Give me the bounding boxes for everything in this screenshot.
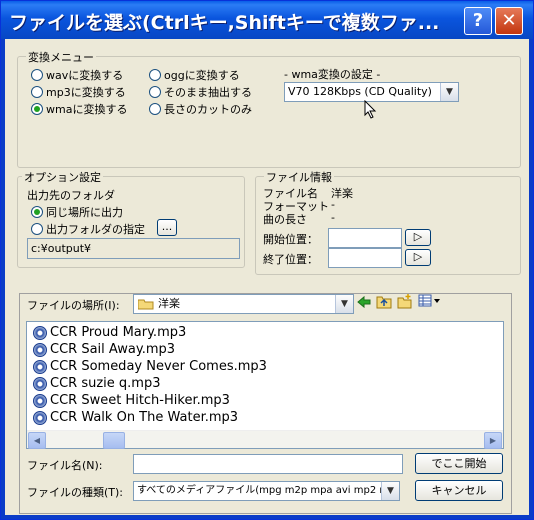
scroll-right-icon[interactable]: ▶ (484, 432, 502, 449)
radio-cut-only-label: 長さのカットのみ (164, 103, 252, 116)
mouse-cursor-icon (364, 100, 377, 119)
media-file-icon (33, 376, 47, 391)
list-item[interactable]: CCR Proud Mary.mp3 (33, 325, 186, 340)
radio-circle (149, 86, 161, 98)
location-label: ファイルの場所(I): (27, 299, 120, 312)
media-file-icon (33, 410, 47, 425)
radio-mp3-label: mp3に変換する (46, 86, 126, 99)
window-title: ファイルを選ぶ(Ctrlキー,Shiftキーで複数ファ... (9, 12, 440, 34)
list-item[interactable]: CCR suzie q.mp3 (33, 376, 160, 391)
filetype-select[interactable]: すべてのメディアファイル(mpg m2p mpa avi mp2 mp ▼ (133, 481, 400, 501)
radio-ogg-label: oggに変換する (164, 69, 240, 82)
wma-settings-label: - wma変換の設定 - (284, 68, 381, 81)
list-item[interactable]: CCR Walk On The Water.mp3 (33, 410, 238, 425)
location-value: 洋楽 (158, 297, 180, 310)
new-folder-icon[interactable] (397, 293, 413, 309)
radio-same-place[interactable]: 同じ場所に出力 (31, 204, 123, 220)
radio-circle-selected (31, 206, 43, 218)
client-area: 変換メニュー wavに変換する mp3に変換する wmaに変換する oggに変換… (5, 39, 529, 515)
start-play-button[interactable]: ▷ (405, 229, 431, 246)
title-bar[interactable]: ファイルを選ぶ(Ctrlキー,Shiftキーで複数ファ... ? ✕ (1, 1, 533, 39)
wma-quality-value: V70 128Kbps (CD Quality) (288, 85, 432, 98)
radio-specify-folder[interactable]: 出力フォルダの指定 (31, 221, 145, 237)
filename-label: ファイル名(N): (27, 459, 103, 472)
up-folder-icon[interactable] (376, 294, 392, 309)
folder-icon (138, 299, 154, 310)
radio-ogg[interactable]: oggに変換する (149, 67, 240, 83)
cancel-button[interactable]: キャンセル (415, 480, 503, 501)
file-list[interactable]: CCR Proud Mary.mp3 CCR Sail Away.mp3 CCR… (26, 321, 504, 449)
back-arrow-icon[interactable] (357, 295, 371, 309)
scroll-thumb[interactable] (103, 432, 125, 449)
view-menu-icon[interactable] (418, 294, 442, 308)
radio-specify-folder-label: 出力フォルダの指定 (46, 223, 145, 236)
file-name: CCR Someday Never Comes.mp3 (50, 359, 267, 374)
radio-extract[interactable]: そのまま抽出する (149, 84, 252, 100)
list-item[interactable]: CCR Sweet Hitch-Hiker.mp3 (33, 393, 230, 408)
radio-wav-label: wavに変換する (46, 69, 124, 82)
media-file-icon (33, 359, 47, 374)
media-file-icon (33, 342, 47, 357)
output-path-value: c:¥output¥ (31, 242, 92, 255)
convert-menu-label: 変換メニュー (26, 49, 96, 65)
radio-circle-selected (31, 103, 43, 115)
radio-wav[interactable]: wavに変換する (31, 67, 123, 83)
file-info-label: ファイル情報 (264, 169, 334, 185)
radio-circle (31, 86, 43, 98)
radio-cut-only[interactable]: 長さのカットのみ (149, 101, 252, 117)
list-item[interactable]: CCR Someday Never Comes.mp3 (33, 359, 267, 374)
filetype-label: ファイルの種類(T): (27, 486, 124, 499)
filetype-value: すべてのメディアファイル(mpg m2p mpa avi mp2 mp (137, 485, 396, 496)
media-file-icon (33, 393, 47, 408)
format-value: - (331, 198, 335, 211)
length-value: - (331, 211, 335, 224)
end-play-button[interactable]: ▷ (405, 249, 431, 266)
radio-circle (149, 103, 161, 115)
wma-quality-select[interactable]: V70 128Kbps (CD Quality) ▼ (284, 82, 459, 102)
chevron-down-icon[interactable]: ▼ (381, 482, 399, 500)
location-select[interactable]: 洋楽 ▼ (133, 294, 354, 314)
chevron-down-icon[interactable]: ▼ (335, 295, 353, 313)
browse-button[interactable]: ... (157, 219, 177, 236)
file-name: CCR Sweet Hitch-Hiker.mp3 (50, 393, 230, 408)
scroll-left-icon[interactable]: ◀ (28, 432, 46, 449)
output-path-field[interactable]: c:¥output¥ (27, 238, 240, 259)
end-position-label: 終了位置： (263, 253, 318, 266)
radio-extract-label: そのまま抽出する (164, 86, 252, 99)
open-button[interactable]: でここ開始 (415, 453, 503, 474)
radio-circle (149, 69, 161, 81)
options-label: オプション設定 (22, 169, 103, 185)
radio-mp3[interactable]: mp3に変換する (31, 84, 126, 100)
length-label: 曲の長さ (263, 213, 307, 226)
file-name: CCR Sail Away.mp3 (50, 342, 176, 357)
radio-same-place-label: 同じ場所に出力 (46, 206, 123, 219)
list-item[interactable]: CCR Sail Away.mp3 (33, 342, 175, 357)
radio-wma-label: wmaに変換する (46, 103, 128, 116)
play-icon: ▷ (413, 250, 423, 263)
file-name: CCR Proud Mary.mp3 (50, 325, 187, 340)
media-file-icon (33, 325, 47, 340)
dialog-window: ファイルを選ぶ(Ctrlキー,Shiftキーで複数ファ... ? ✕ 変換メニュ… (0, 0, 534, 520)
radio-circle (31, 69, 43, 81)
play-icon: ▷ (413, 230, 423, 243)
start-position-input[interactable] (328, 228, 402, 248)
file-name: CCR suzie q.mp3 (50, 376, 161, 391)
filename-input[interactable] (133, 454, 403, 474)
horizontal-scrollbar[interactable]: ◀ ▶ (27, 430, 503, 449)
start-position-label: 開始位置： (263, 233, 318, 246)
close-button[interactable]: ✕ (495, 7, 523, 35)
help-button[interactable]: ? (464, 7, 492, 35)
end-position-input[interactable] (328, 248, 402, 268)
output-folder-label: 出力先のフォルダ (27, 189, 115, 202)
radio-wma[interactable]: wmaに変換する (31, 101, 127, 117)
file-name: CCR Walk On The Water.mp3 (50, 410, 239, 425)
radio-circle (31, 223, 43, 235)
chevron-down-icon[interactable]: ▼ (440, 83, 458, 101)
